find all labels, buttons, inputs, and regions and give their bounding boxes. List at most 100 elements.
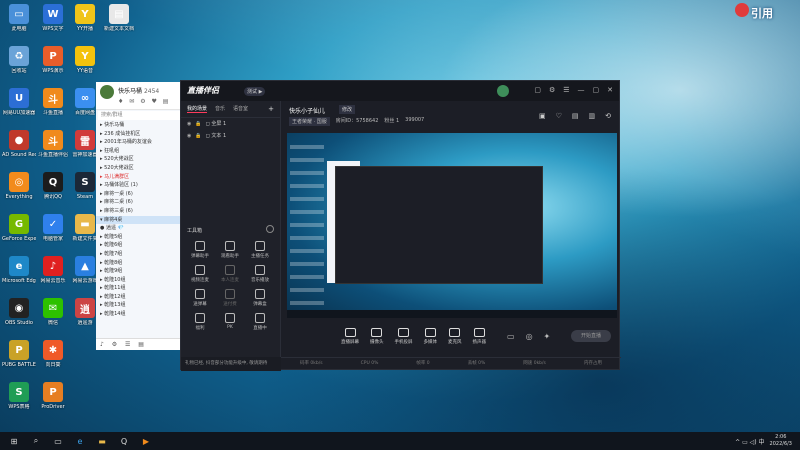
tray-icons[interactable]: ^ ▭ ◁) 中 <box>735 437 764 446</box>
qq-icon[interactable]: Q <box>116 434 132 448</box>
clock[interactable]: 2:06 2022/6/3 <box>770 434 792 448</box>
room-action-icon[interactable]: ▤ <box>572 112 579 120</box>
tool-button[interactable]: PK <box>215 313 245 331</box>
windows-start-icon[interactable]: ⊞ <box>6 434 22 448</box>
lock-icon[interactable]: 🔒 <box>195 133 201 139</box>
window-control-icon[interactable]: — <box>578 86 585 94</box>
tool-button[interactable]: 弹幕盒 <box>245 289 275 307</box>
desktop-icon-7[interactable]: U 网易UU加速器 <box>2 88 36 116</box>
tab-1[interactable]: 音乐 <box>215 105 225 113</box>
source-button[interactable]: 多媒体 <box>424 327 437 345</box>
contact-group-row[interactable]: ▸ 马儿满群区 <box>96 173 182 182</box>
contact-group-row[interactable]: ▸ 乾隆9组 <box>96 267 182 276</box>
contact-group-row[interactable]: ▸ 2001年马桶的友谊会 <box>96 138 182 147</box>
contact-group-row[interactable]: ▸ 乾隆10组 <box>96 276 182 285</box>
room-action-icon[interactable]: ♡ <box>556 112 562 120</box>
desktop-icon-3[interactable]: ▤ 新建文本文档 <box>102 4 136 32</box>
live-companion-icon[interactable]: ▶ <box>138 434 154 448</box>
toolbox-settings-icon[interactable] <box>266 225 274 233</box>
tool-button[interactable]: 弹幕助手 <box>185 241 215 259</box>
bottom-action-icon[interactable]: ◎ <box>526 332 533 341</box>
source-button[interactable]: 直播屏幕 <box>341 327 359 345</box>
desktop-icon-25[interactable]: P PUBG BATTLEGR... <box>2 340 36 368</box>
contact-group-row[interactable]: ▸ 乾隆5组 <box>96 233 182 242</box>
contact-group-row[interactable]: ▸ 乾隆14组 <box>96 310 182 319</box>
layer-item[interactable]: ◉ 🔒 ◻ 文本 1 <box>181 130 280 142</box>
lock-icon[interactable]: 🔒 <box>195 121 201 127</box>
tool-button[interactable]: 主播任务 <box>245 241 275 259</box>
eye-icon[interactable]: ◉ <box>187 133 191 139</box>
contact-group-row[interactable]: ▸ 520大佬战区 <box>96 155 182 164</box>
desktop-icon-0[interactable]: ▭ 此电脑 <box>2 4 36 32</box>
search-input[interactable]: 搜索/群组 <box>98 111 180 120</box>
source-button[interactable]: 摄像头 <box>370 327 384 345</box>
desktop-icon-28[interactable]: P ProDriver <box>36 382 70 410</box>
contact-group-row[interactable]: ▸ 快乐马桶 <box>96 121 182 130</box>
desktop-icon-2[interactable]: Y YY开播 <box>68 4 102 32</box>
room-action-icon[interactable]: ▣ <box>539 112 546 120</box>
desktop-icon-1[interactable]: W WPS文字 <box>36 4 70 32</box>
desktop-icon-8[interactable]: 斗斗鱼直播 <box>36 88 70 116</box>
contact-group-row[interactable]: ▸ 乾隆7组 <box>96 250 182 259</box>
contact-group-row[interactable]: ▸ 236 成仙挂机区 <box>96 130 182 139</box>
contact-group-row[interactable]: ▸ 马桶体验区 (1) <box>96 181 182 190</box>
tab-2[interactable]: 语音室 <box>233 105 248 113</box>
edit-room-button[interactable]: 修改 <box>339 105 356 114</box>
contact-group-row[interactable]: ▸ 麻将一桌 (6) <box>96 190 182 199</box>
room-action-icon[interactable]: ▥ <box>589 112 596 120</box>
contact-group-row[interactable]: ● 逍遥 💎 <box>96 224 182 233</box>
contact-group-row[interactable]: ▸ 麻将三桌 (6) <box>96 207 182 216</box>
room-action-icon[interactable]: ⟲ <box>605 112 611 120</box>
layer-item[interactable]: ◉ 🔒 ◻ 全屏 1 <box>181 118 280 130</box>
contact-group-row[interactable]: ▾ 麻将4桌 <box>96 215 182 225</box>
tool-button[interactable]: 直播中 <box>245 313 275 331</box>
desktop-icon-16[interactable]: G GeForce Experience <box>2 214 36 242</box>
contact-group-row[interactable]: ▸ 麻将二桌 (6) <box>96 198 182 207</box>
tab-0[interactable]: 我的场景 <box>187 105 208 113</box>
tool-button[interactable]: 音乐播放 <box>245 265 275 283</box>
bottom-action-icon[interactable]: ✦ <box>544 332 551 341</box>
tool-button[interactable]: 送付费 <box>215 289 245 307</box>
desktop-icon-17[interactable]: ✓ 电脑管家 <box>36 214 70 242</box>
contact-group-row[interactable]: ▸ 乾隆8组 <box>96 259 182 268</box>
search-icon[interactable]: ⌕ <box>28 434 44 448</box>
desktop-icon-10[interactable]: ● AD Sound Recorder <box>2 130 36 158</box>
desktop-icon-26[interactable]: ✱ 向日葵 <box>36 340 70 368</box>
contact-group-row[interactable]: ▸ 乾隆11组 <box>96 284 182 293</box>
desktop-icon-11[interactable]: 斗斗鱼直播伴侣 <box>36 130 70 158</box>
desktop-icon-23[interactable]: ✉ 微信 <box>36 298 70 326</box>
source-button[interactable]: 手机投屏 <box>395 327 413 345</box>
tool-button[interactable]: 送弹幕 <box>185 289 215 307</box>
task-view-icon[interactable]: ▭ <box>50 434 66 448</box>
tool-button[interactable]: 视频连麦 <box>185 265 215 283</box>
qq-footer-icons[interactable]: ♪ ⚙ ☰ ▤ <box>96 338 182 350</box>
test-badge[interactable]: 测试 ▶ <box>244 87 266 96</box>
contact-group-row[interactable]: ▸ 狂吼组 <box>96 147 182 156</box>
edge-icon[interactable]: e <box>72 434 88 448</box>
desktop-icon-19[interactable]: e Microsoft Edge <box>2 256 36 284</box>
file-explorer-icon[interactable]: ▬ <box>94 434 110 448</box>
desktop-icon-6[interactable]: Y YY语音 <box>68 46 102 74</box>
desktop-icon-13[interactable]: ◎ Everything <box>2 172 36 200</box>
window-control-icon[interactable]: ☰ <box>563 86 569 94</box>
desktop-icon-20[interactable]: ♪ 网易云音乐 <box>36 256 70 284</box>
qq-toolbar-icons[interactable]: ♦ ✉ ⚙ ♥ ▤ <box>118 98 170 105</box>
contact-group-row[interactable]: ▸ 乾隆13组 <box>96 301 182 310</box>
desktop-icon-27[interactable]: S WPS表格 <box>2 382 36 410</box>
desktop-icon-22[interactable]: ◉ OBS Studio <box>2 298 36 326</box>
window-control-icon[interactable]: ▢ <box>593 86 600 94</box>
eye-icon[interactable]: ◉ <box>187 121 191 127</box>
desktop-icon-14[interactable]: Q 腾讯QQ <box>36 172 70 200</box>
desktop-icon-5[interactable]: P WPS演示 <box>36 46 70 74</box>
source-button[interactable]: 麦克风 <box>448 327 462 345</box>
contact-group-row[interactable]: ▸ 乾隆12组 <box>96 293 182 302</box>
window-control-icon[interactable]: ▢ <box>534 86 541 94</box>
source-button[interactable]: 扬声器 <box>473 327 486 345</box>
contact-group-row[interactable]: ▸ 520大佬战区 <box>96 164 182 173</box>
avatar[interactable] <box>100 85 114 99</box>
window-control-icon[interactable]: ⚙ <box>549 86 555 94</box>
window-control-icon[interactable]: ✕ <box>607 86 613 94</box>
contact-group-row[interactable]: ▸ 乾隆6组 <box>96 241 182 250</box>
start-live-button[interactable]: 开始直播 <box>571 330 611 342</box>
bottom-action-icon[interactable]: ▭ <box>507 332 515 341</box>
